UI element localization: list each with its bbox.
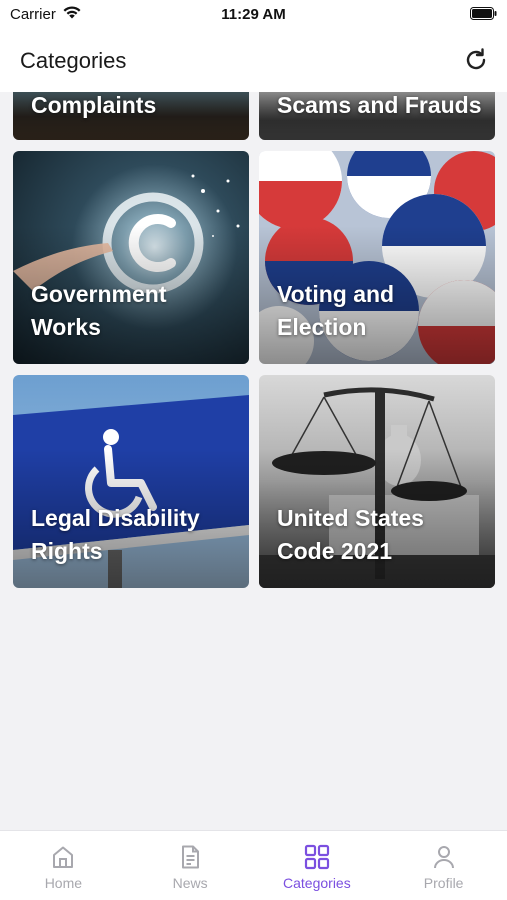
category-card-us-code[interactable]: United States Code 2021 [259,375,495,588]
category-label: United States Code 2021 [277,505,424,564]
tab-categories[interactable]: Categories [254,831,381,900]
news-icon [182,845,200,869]
category-label: Scams and Frauds [277,92,482,118]
battery-icon [470,7,497,20]
profile-icon [433,846,454,869]
tab-label: News [172,875,208,891]
categories-grid: Complaints Scams and Frauds Government W… [0,92,507,830]
refresh-icon [466,48,486,70]
tab-label: Profile [423,875,464,891]
status-time: 11:29 AM [221,6,286,23]
tab-label: Categories [283,875,351,891]
refresh-button[interactable] [461,45,491,75]
category-card-voting[interactable]: Voting and Election [259,151,495,364]
home-icon [53,846,74,868]
tab-profile[interactable]: Profile [380,831,507,900]
category-card-disability[interactable]: Legal Disability Rights [13,375,249,588]
category-label: Legal Disability Rights [31,505,200,564]
tab-bar: Home News Categories Profile [0,830,507,900]
page-title: Categories [20,48,127,73]
category-card-government-works[interactable]: Government Works [13,151,249,364]
grid-icon [304,844,329,870]
header: Categories [0,30,507,92]
category-label: Voting and Election [277,281,395,340]
tab-news[interactable]: News [127,831,254,900]
tab-label: Home [44,875,83,891]
category-card-scams[interactable]: Scams and Frauds [259,92,495,140]
tab-home[interactable]: Home [0,831,127,900]
status-bar: Carrier 11:29 AM [0,0,507,30]
category-label: Complaints [31,92,157,118]
category-label: Government Works [31,281,167,340]
category-card-complaints[interactable]: Complaints [13,92,249,140]
